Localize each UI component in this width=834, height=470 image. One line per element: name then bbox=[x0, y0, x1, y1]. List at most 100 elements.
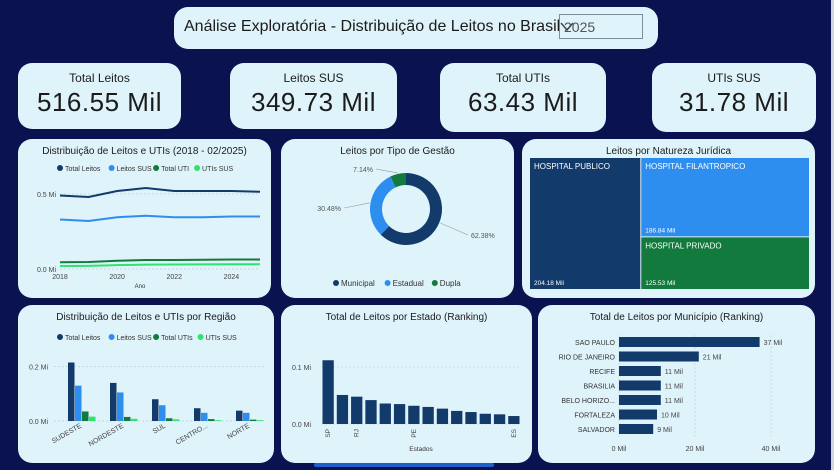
x-tick-label: NORDESTE bbox=[88, 423, 125, 449]
kpi-utis-sus: UTIs SUS 31.78 Mil bbox=[652, 63, 816, 132]
donut-chart-panel: Leitos por Tipo de Gestão 62.38% 30.48% 7.… bbox=[281, 139, 514, 298]
kpi-label: UTIs SUS bbox=[707, 71, 761, 85]
legend-marker bbox=[108, 334, 115, 340]
municipio-bar bbox=[619, 366, 661, 376]
legend-marker bbox=[108, 165, 115, 171]
y-category-label: FORTALEZA bbox=[574, 413, 615, 420]
treemap-value-label: 125.53 Mil bbox=[645, 280, 676, 287]
region-bar bbox=[89, 416, 96, 421]
kpi-value: 63.43 Mil bbox=[468, 87, 578, 117]
treemap-value-label: 204.18 Mil bbox=[534, 280, 565, 287]
donut-leader-line bbox=[440, 222, 469, 236]
region-bar bbox=[68, 362, 75, 421]
legend-marker bbox=[431, 280, 438, 286]
legend-marker bbox=[384, 280, 391, 286]
treemap-tile-label: HOSPITAL PUBLICO bbox=[534, 162, 610, 171]
legend-label: Total UTI bbox=[161, 166, 189, 173]
region-bar bbox=[166, 418, 173, 421]
donut-data-label: 7.14% bbox=[353, 167, 373, 174]
y-category-label: SALVADOR bbox=[578, 427, 615, 434]
bar-data-label: 37 Mil bbox=[764, 340, 783, 347]
line-chart: Total Leitos Leitos SUS Total UTI UTIs SUS 0… bbox=[37, 165, 261, 290]
kpi-value: 31.78 Mil bbox=[679, 87, 789, 117]
x-tick-label: NORTE bbox=[226, 423, 251, 441]
municipio-bar bbox=[619, 351, 699, 362]
kpi-label: Leitos SUS bbox=[283, 71, 344, 85]
dashboard-title-card: Análise Exploratória - Distribuição de L… bbox=[174, 7, 658, 49]
donut-data-label: 30.48% bbox=[317, 206, 341, 213]
region-bar bbox=[215, 420, 222, 421]
legend-marker bbox=[153, 334, 160, 340]
state-bar bbox=[351, 396, 363, 424]
y-tick-label: 0.0 Mi bbox=[29, 419, 49, 426]
donut-slice-estadual bbox=[370, 176, 396, 235]
municipio-bar bbox=[619, 337, 760, 347]
donut-leader-line bbox=[343, 202, 370, 209]
region-bar bbox=[243, 412, 250, 421]
bar-data-label: 11 Mil bbox=[665, 384, 684, 391]
state-bar-chart: 0.0 Mi 0.1 Mi SP RJ PE ES Estados bbox=[292, 360, 521, 453]
municipio-bar bbox=[619, 395, 661, 405]
state-bar bbox=[436, 408, 449, 424]
x-tick-label: RJ bbox=[354, 429, 361, 437]
legend-label: Estadual bbox=[393, 279, 424, 288]
state-bar bbox=[336, 394, 349, 424]
legend-label: Leitos SUS bbox=[117, 335, 152, 342]
bar-data-label: 11 Mil bbox=[665, 369, 684, 376]
municipio-bar-chart: 0 Mil 20 Mil 40 Mil SAO PAULO 37 Mil RIO DE J… bbox=[559, 335, 783, 453]
legend-marker bbox=[194, 165, 201, 171]
region-bar bbox=[250, 419, 257, 421]
region-chart-panel: Distribuição de Leitos e UTIs por Região… bbox=[18, 305, 274, 463]
series-line-leitos-sus bbox=[59, 214, 260, 223]
kpi-label: Total UTIs bbox=[495, 71, 550, 85]
x-tick-label: SP bbox=[325, 429, 332, 438]
region-bar bbox=[131, 418, 138, 421]
y-tick-label: 0.2 Mi bbox=[29, 365, 49, 372]
x-tick-label: 2024 bbox=[224, 274, 240, 281]
state-bar bbox=[365, 400, 377, 424]
series-line-utis-sus bbox=[59, 263, 260, 267]
state-bar bbox=[451, 410, 463, 424]
series-line-total-uti bbox=[59, 258, 260, 264]
bar-data-label: 9 Mil bbox=[657, 427, 672, 434]
y-tick-label: 0.1 Mi bbox=[292, 365, 312, 372]
region-bar bbox=[208, 419, 215, 421]
region-bar bbox=[257, 420, 264, 421]
kpi-value: 516.55 Mil bbox=[37, 87, 162, 117]
kpi-value: 349.73 Mil bbox=[251, 87, 376, 117]
donut-data-label: 62.38% bbox=[471, 233, 495, 240]
y-tick-label: 0.0 Mi bbox=[292, 422, 312, 429]
region-bar bbox=[173, 419, 180, 421]
horizontal-scrollbar[interactable] bbox=[314, 463, 494, 467]
line-chart-panel: Distribuição de Leitos e UTIs (2018 - 02… bbox=[18, 139, 271, 298]
donut-chart: 62.38% 30.48% 7.14% Municipal Estadual Dupla bbox=[317, 167, 495, 288]
donut-leader-line bbox=[375, 168, 398, 174]
state-bar bbox=[379, 403, 391, 424]
legend-marker bbox=[57, 334, 63, 340]
legend-label: Total UTIs bbox=[161, 335, 193, 342]
municipio-bar bbox=[619, 380, 661, 391]
legend-label: Dupla bbox=[440, 279, 461, 288]
year-dropdown[interactable]: 2025 bbox=[559, 14, 643, 39]
x-tick-label: ES bbox=[511, 428, 518, 437]
x-axis-label: Estados bbox=[409, 446, 433, 453]
state-bar bbox=[465, 412, 477, 424]
y-tick-label: 0.5 Mi bbox=[37, 192, 57, 199]
region-bar bbox=[82, 411, 89, 421]
legend-marker bbox=[57, 165, 63, 171]
kpi-label: Total Leitos bbox=[69, 71, 130, 85]
state-bar bbox=[322, 360, 334, 424]
region-bar bbox=[194, 408, 201, 421]
legend-marker bbox=[197, 334, 204, 340]
bar-data-label: 10 Mil bbox=[661, 413, 680, 420]
x-tick-label: 40 Mil bbox=[762, 446, 781, 453]
region-bar-chart: Total Leitos Leitos SUS Total UTIs UTIs SUS… bbox=[29, 334, 264, 449]
chevron-down-icon bbox=[560, 22, 574, 32]
legend-label: Total Leitos bbox=[65, 335, 101, 342]
y-category-label: RIO DE JANEIRO bbox=[559, 355, 616, 362]
treemap-value-label: 186.84 Mil bbox=[645, 227, 676, 234]
x-tick-label: PE bbox=[411, 428, 418, 437]
legend-label: UTIs SUS bbox=[202, 166, 233, 173]
region-bar bbox=[201, 412, 208, 421]
legend-marker bbox=[333, 280, 339, 286]
